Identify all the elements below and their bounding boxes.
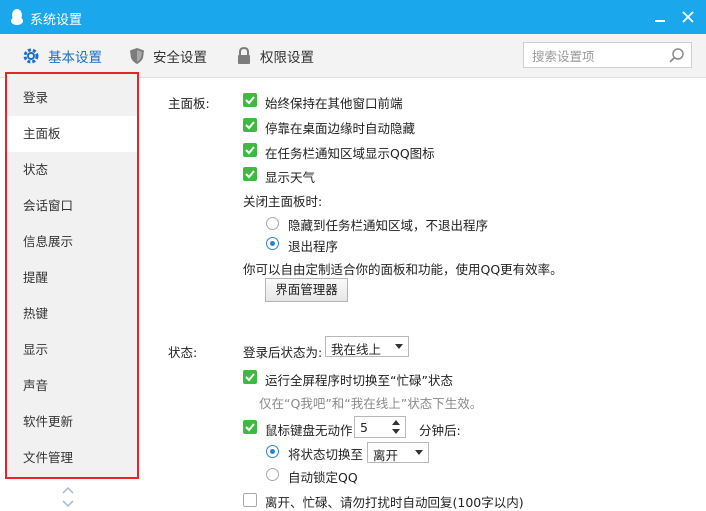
idle-status-select[interactable]: 离开 [367,442,429,463]
tab-label: 权限设置 [260,49,314,66]
sidebar-item-label: 软件更新 [23,414,74,429]
check-icon [245,423,255,432]
check-icon [245,170,255,179]
idle-minutes-suffix: 分钟后: [419,423,461,438]
search-input[interactable] [530,46,664,66]
sidebar-item-file-management[interactable]: 文件管理 [7,440,137,476]
radio-label: 隐藏到任务栏通知区域，不退出程序 [288,218,489,233]
search-icon[interactable] [668,47,685,64]
settings-sidebar: 登录 主面板 状态 会话窗口 信息展示 提醒 热键 显示 声音 软件更新 文件管… [5,72,139,479]
sidebar-item-label: 声音 [23,378,49,393]
option-label: 运行全屏程序时切换至“忙碌”状态 [265,373,453,388]
sidebar-item-software-update[interactable]: 软件更新 [7,404,137,440]
sidebar-item-info-display[interactable]: 信息展示 [7,224,137,260]
tab-permission-settings[interactable]: 权限设置 [236,34,314,77]
checkbox-auto-hide[interactable] [243,118,257,132]
gear-icon [23,48,39,63]
close-panel-label: 关闭主面板时: [243,194,323,209]
radio-label: 退出程序 [288,239,339,254]
check-icon [245,373,255,382]
idle-minutes-stepper[interactable]: 5 [354,416,406,438]
search-box[interactable] [523,42,692,68]
tab-label: 基本设置 [48,49,102,66]
status-section-label: 状态: [168,345,198,360]
stepper-value: 5 [360,420,368,435]
checkbox-fullscreen-busy[interactable] [243,370,257,384]
checkbox-show-weather[interactable] [243,167,257,181]
tab-basic-settings[interactable]: 基本设置 [22,34,102,77]
option-label: 显示天气 [265,170,316,185]
radio-label: 自动锁定QQ [288,470,358,485]
checkbox-tray-icon[interactable] [243,143,257,157]
lock-icon [238,46,250,64]
close-icon[interactable] [680,9,696,25]
sidebar-item-label: 热键 [23,306,49,321]
dropdown-arrow-icon [415,450,423,455]
sidebar-item-label: 登录 [23,90,49,105]
radio-switch-status[interactable] [266,445,279,458]
check-icon [245,96,255,105]
tab-label: 安全设置 [153,49,207,66]
interface-manager-button[interactable]: 界面管理器 [265,278,348,302]
after-login-status-label: 登录后状态为: [243,345,323,360]
check-icon [245,121,255,130]
sidebar-item-hotkeys[interactable]: 热键 [7,296,137,332]
decrement-arrow-icon[interactable] [392,429,400,434]
sidebar-item-label: 文件管理 [23,450,74,465]
option-label: 离开、忙碌、请勿打扰时自动回复(100字以内) [265,495,524,510]
radio-exit-program[interactable] [266,237,279,250]
checkbox-always-on-top[interactable] [243,93,257,107]
radio-label: 将状态切换至 [288,447,364,462]
shield-icon [130,47,144,64]
window-title: 系统设置 [30,13,83,28]
select-value: 我在线上 [331,342,382,357]
sidebar-item-sound[interactable]: 声音 [7,368,137,404]
increment-arrow-icon[interactable] [392,420,400,425]
sidebar-item-label: 显示 [23,342,49,357]
sidebar-item-status[interactable]: 状态 [7,152,137,188]
checkbox-auto-reply[interactable] [243,493,257,507]
sidebar-item-display[interactable]: 显示 [7,332,137,368]
title-bar: 系统设置 [0,0,706,34]
dropdown-arrow-icon [395,344,403,349]
option-label: 停靠在桌面边缘时自动隐藏 [265,121,416,136]
option-label: 在任务栏通知区域显示QQ图标 [265,146,435,161]
sidebar-item-main-panel[interactable]: 主面板 [7,116,137,152]
sidebar-item-label: 状态 [23,162,49,177]
fullscreen-hint: 仅在“Q我吧”和“我在线上”状态下生效。 [259,396,483,411]
scroll-chevrons-icon[interactable] [61,486,75,508]
radio-auto-lock[interactable] [266,468,279,481]
check-icon [245,146,255,155]
checkbox-idle[interactable] [243,420,257,434]
sidebar-item-login[interactable]: 登录 [7,80,137,116]
sidebar-item-chat-window[interactable]: 会话窗口 [7,188,137,224]
tab-security-settings[interactable]: 安全设置 [129,34,207,77]
radio-hide-to-tray[interactable] [266,217,279,230]
sidebar-item-label: 主面板 [23,126,61,141]
settings-content: 主面板: 始终保持在其他窗口前端 停靠在桌面边缘时自动隐藏 在任务栏通知区域显示… [143,78,706,511]
select-value: 离开 [373,448,399,463]
minimize-icon[interactable] [652,9,668,25]
sidebar-item-label: 提醒 [23,270,49,285]
sidebar-item-label: 会话窗口 [23,198,74,213]
option-label: 鼠标键盘无动作 [265,423,353,438]
customize-description: 你可以自由定制适合你的面板和功能，使用QQ更有效率。 [243,262,563,277]
sidebar-item-label: 信息展示 [23,234,74,249]
after-login-status-select[interactable]: 我在线上 [325,336,409,357]
option-label: 始终保持在其他窗口前端 [265,96,403,111]
sidebar-item-reminder[interactable]: 提醒 [7,260,137,296]
qq-penguin-icon [11,9,23,25]
main-panel-section-label: 主面板: [168,96,210,111]
